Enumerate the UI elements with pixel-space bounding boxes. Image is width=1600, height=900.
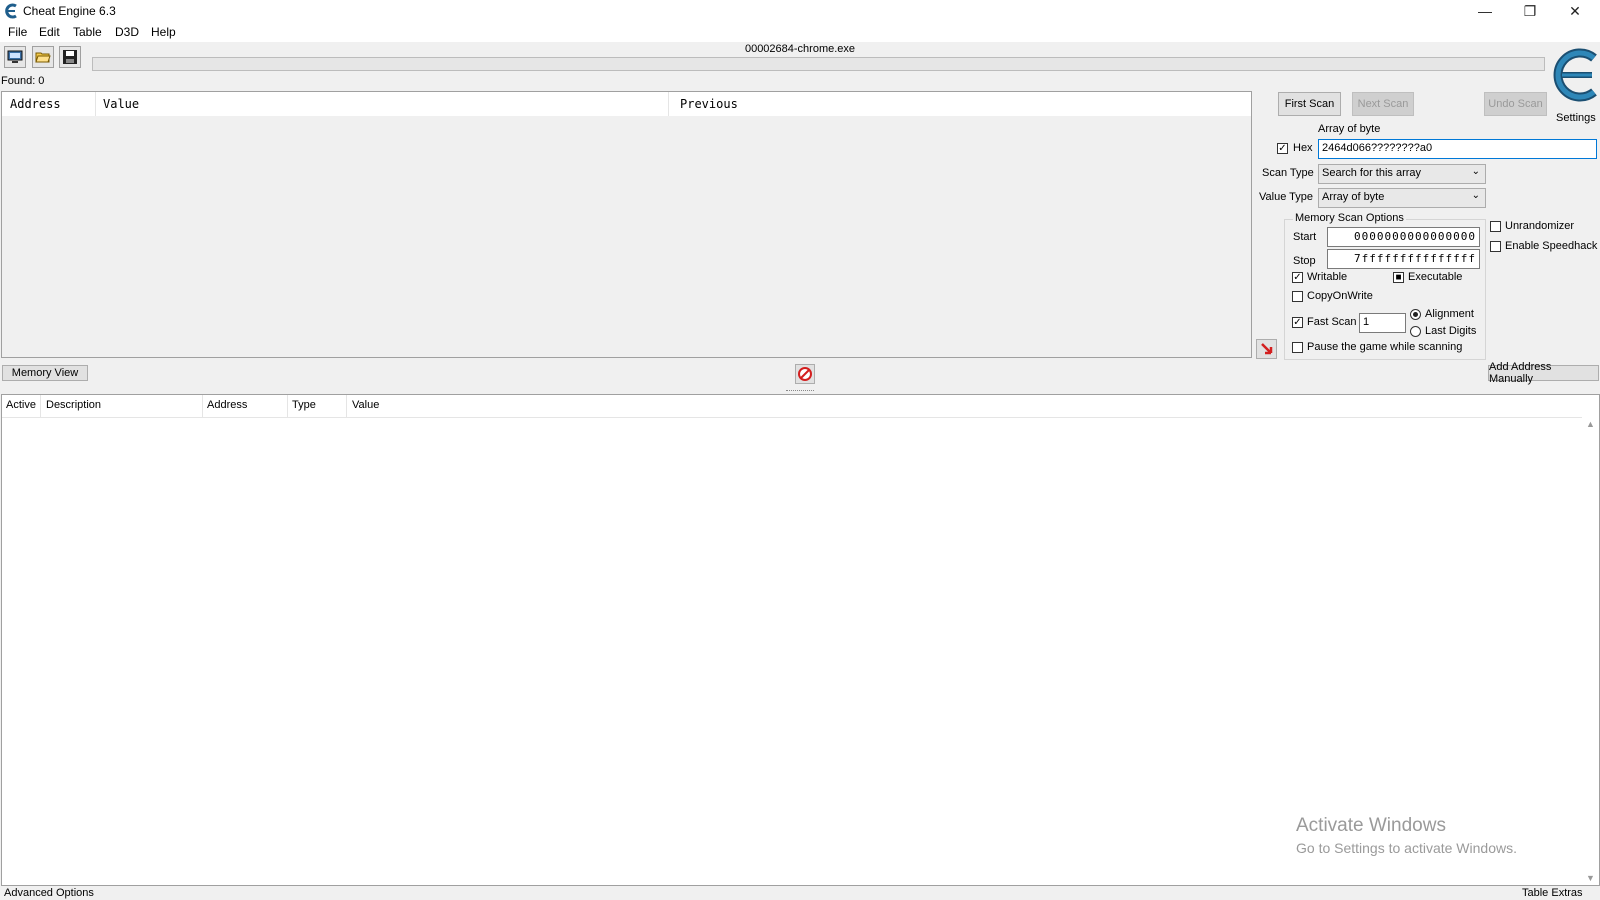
column-divider[interactable] [95, 92, 96, 116]
stop-scan-button[interactable] [795, 364, 815, 384]
chevron-down-icon: ⌄ [1471, 166, 1480, 177]
menu-table[interactable]: Table [73, 25, 102, 39]
splitter-handle[interactable] [0, 389, 1600, 393]
scan-type-value: Search for this array [1322, 167, 1422, 179]
fast-scan-label: Fast Scan [1307, 316, 1357, 328]
speedhack-label: Enable Speedhack [1505, 240, 1598, 252]
results-column-address[interactable]: Address [10, 97, 61, 111]
pause-game-label: Pause the game while scanning [1307, 341, 1463, 353]
stop-label: Stop [1293, 255, 1316, 267]
first-scan-button[interactable]: First Scan [1278, 92, 1341, 116]
address-list-header: Active Description Address Type Value [2, 395, 1599, 418]
last-digits-radio[interactable] [1410, 326, 1421, 337]
alignment-label: Alignment [1425, 308, 1474, 320]
results-column-previous[interactable]: Previous [680, 97, 738, 111]
fast-scan-alignment-input[interactable]: 1 [1359, 313, 1406, 333]
value-caption: Array of byte [1318, 123, 1381, 135]
column-description[interactable]: Description [46, 399, 101, 411]
stop-address-input[interactable]: 7fffffffffffffff [1327, 249, 1480, 269]
writable-checkbox[interactable]: ✓ [1292, 272, 1303, 283]
writable-label: Writable [1307, 271, 1348, 283]
start-label: Start [1293, 231, 1317, 243]
results-column-value[interactable]: Value [103, 97, 139, 111]
memory-view-button[interactable]: Memory View [2, 365, 88, 381]
column-type[interactable]: Type [292, 399, 316, 411]
copy-to-list-button[interactable] [1256, 339, 1277, 359]
executable-checkbox[interactable]: ■ [1393, 272, 1404, 283]
bottom-bar [0, 886, 1600, 900]
column-value[interactable]: Value [352, 399, 379, 411]
chevron-down-icon: ⌄ [1471, 190, 1480, 201]
scroll-up-icon[interactable]: ▲ [1586, 419, 1595, 429]
scan-type-label: Scan Type [1262, 167, 1314, 179]
restore-icon[interactable]: ❐ [1507, 0, 1553, 22]
close-icon[interactable]: ✕ [1552, 0, 1598, 22]
column-active[interactable]: Active [6, 399, 36, 411]
menu-file[interactable]: File [8, 25, 27, 39]
value-type-label: Value Type [1259, 191, 1314, 203]
speedhack-checkbox[interactable] [1490, 241, 1501, 252]
pause-game-checkbox[interactable] [1292, 342, 1303, 353]
scan-value-input[interactable]: 2464d066????????a0 [1318, 139, 1597, 159]
red-arrow-icon [1260, 343, 1272, 355]
window-title: Cheat Engine 6.3 [23, 4, 116, 18]
memory-scan-options-title: Memory Scan Options [1293, 212, 1406, 224]
last-digits-label: Last Digits [1425, 325, 1477, 337]
cheat-engine-app-icon [3, 3, 19, 19]
activate-windows-title: Activate Windows [1296, 815, 1446, 836]
copyonwrite-checkbox[interactable] [1292, 291, 1303, 302]
hex-label: Hex [1293, 142, 1313, 154]
address-list-table[interactable]: Active Description Address Type Value ▲ … [1, 394, 1600, 886]
add-address-manually-button[interactable]: Add Address Manually [1488, 361, 1599, 385]
stop-sign-icon [798, 367, 812, 381]
scan-progress-bar [92, 57, 1545, 71]
fast-scan-checkbox[interactable]: ✓ [1292, 317, 1303, 328]
vertical-scrollbar[interactable]: ▲ ▼ [1582, 417, 1599, 885]
activate-windows-subtitle: Go to Settings to activate Windows. [1296, 840, 1517, 856]
value-type-value: Array of byte [1322, 191, 1385, 203]
hex-checkbox[interactable]: ✓ [1277, 143, 1288, 154]
settings-link[interactable]: Settings [1556, 112, 1596, 124]
column-divider[interactable] [287, 395, 288, 417]
cheat-engine-logo[interactable] [1548, 44, 1600, 106]
unrandomizer-checkbox[interactable] [1490, 221, 1501, 232]
title-bar [0, 0, 1600, 22]
unrandomizer-label: Unrandomizer [1505, 220, 1575, 232]
menu-help[interactable]: Help [151, 25, 176, 39]
menu-bar [0, 22, 1600, 42]
start-address-input[interactable]: 0000000000000000 [1327, 227, 1480, 247]
process-name: 00002684-chrome.exe [744, 43, 856, 55]
found-count: Found: 0 [1, 75, 45, 87]
results-header: Address Value Previous [2, 92, 1251, 116]
menu-d3d[interactable]: D3D [115, 25, 139, 39]
scan-type-select[interactable]: Search for this array ⌄ [1318, 164, 1486, 184]
alignment-radio[interactable] [1410, 309, 1421, 320]
column-divider[interactable] [40, 395, 41, 417]
value-type-select[interactable]: Array of byte ⌄ [1318, 188, 1486, 208]
copyonwrite-label: CopyOnWrite [1307, 290, 1373, 302]
menu-edit[interactable]: Edit [39, 25, 60, 39]
column-divider[interactable] [346, 395, 347, 417]
minimize-icon[interactable]: — [1462, 0, 1508, 22]
executable-label: Executable [1408, 271, 1463, 283]
scroll-down-icon[interactable]: ▼ [1586, 873, 1595, 883]
table-extras-link[interactable]: Table Extras [1522, 887, 1583, 899]
undo-scan-button[interactable]: Undo Scan [1484, 92, 1547, 116]
column-divider[interactable] [668, 92, 669, 116]
column-address[interactable]: Address [207, 399, 247, 411]
next-scan-button[interactable]: Next Scan [1352, 92, 1414, 116]
advanced-options-link[interactable]: Advanced Options [4, 887, 94, 899]
scan-results-list[interactable]: Address Value Previous [1, 91, 1252, 358]
column-divider[interactable] [202, 395, 203, 417]
